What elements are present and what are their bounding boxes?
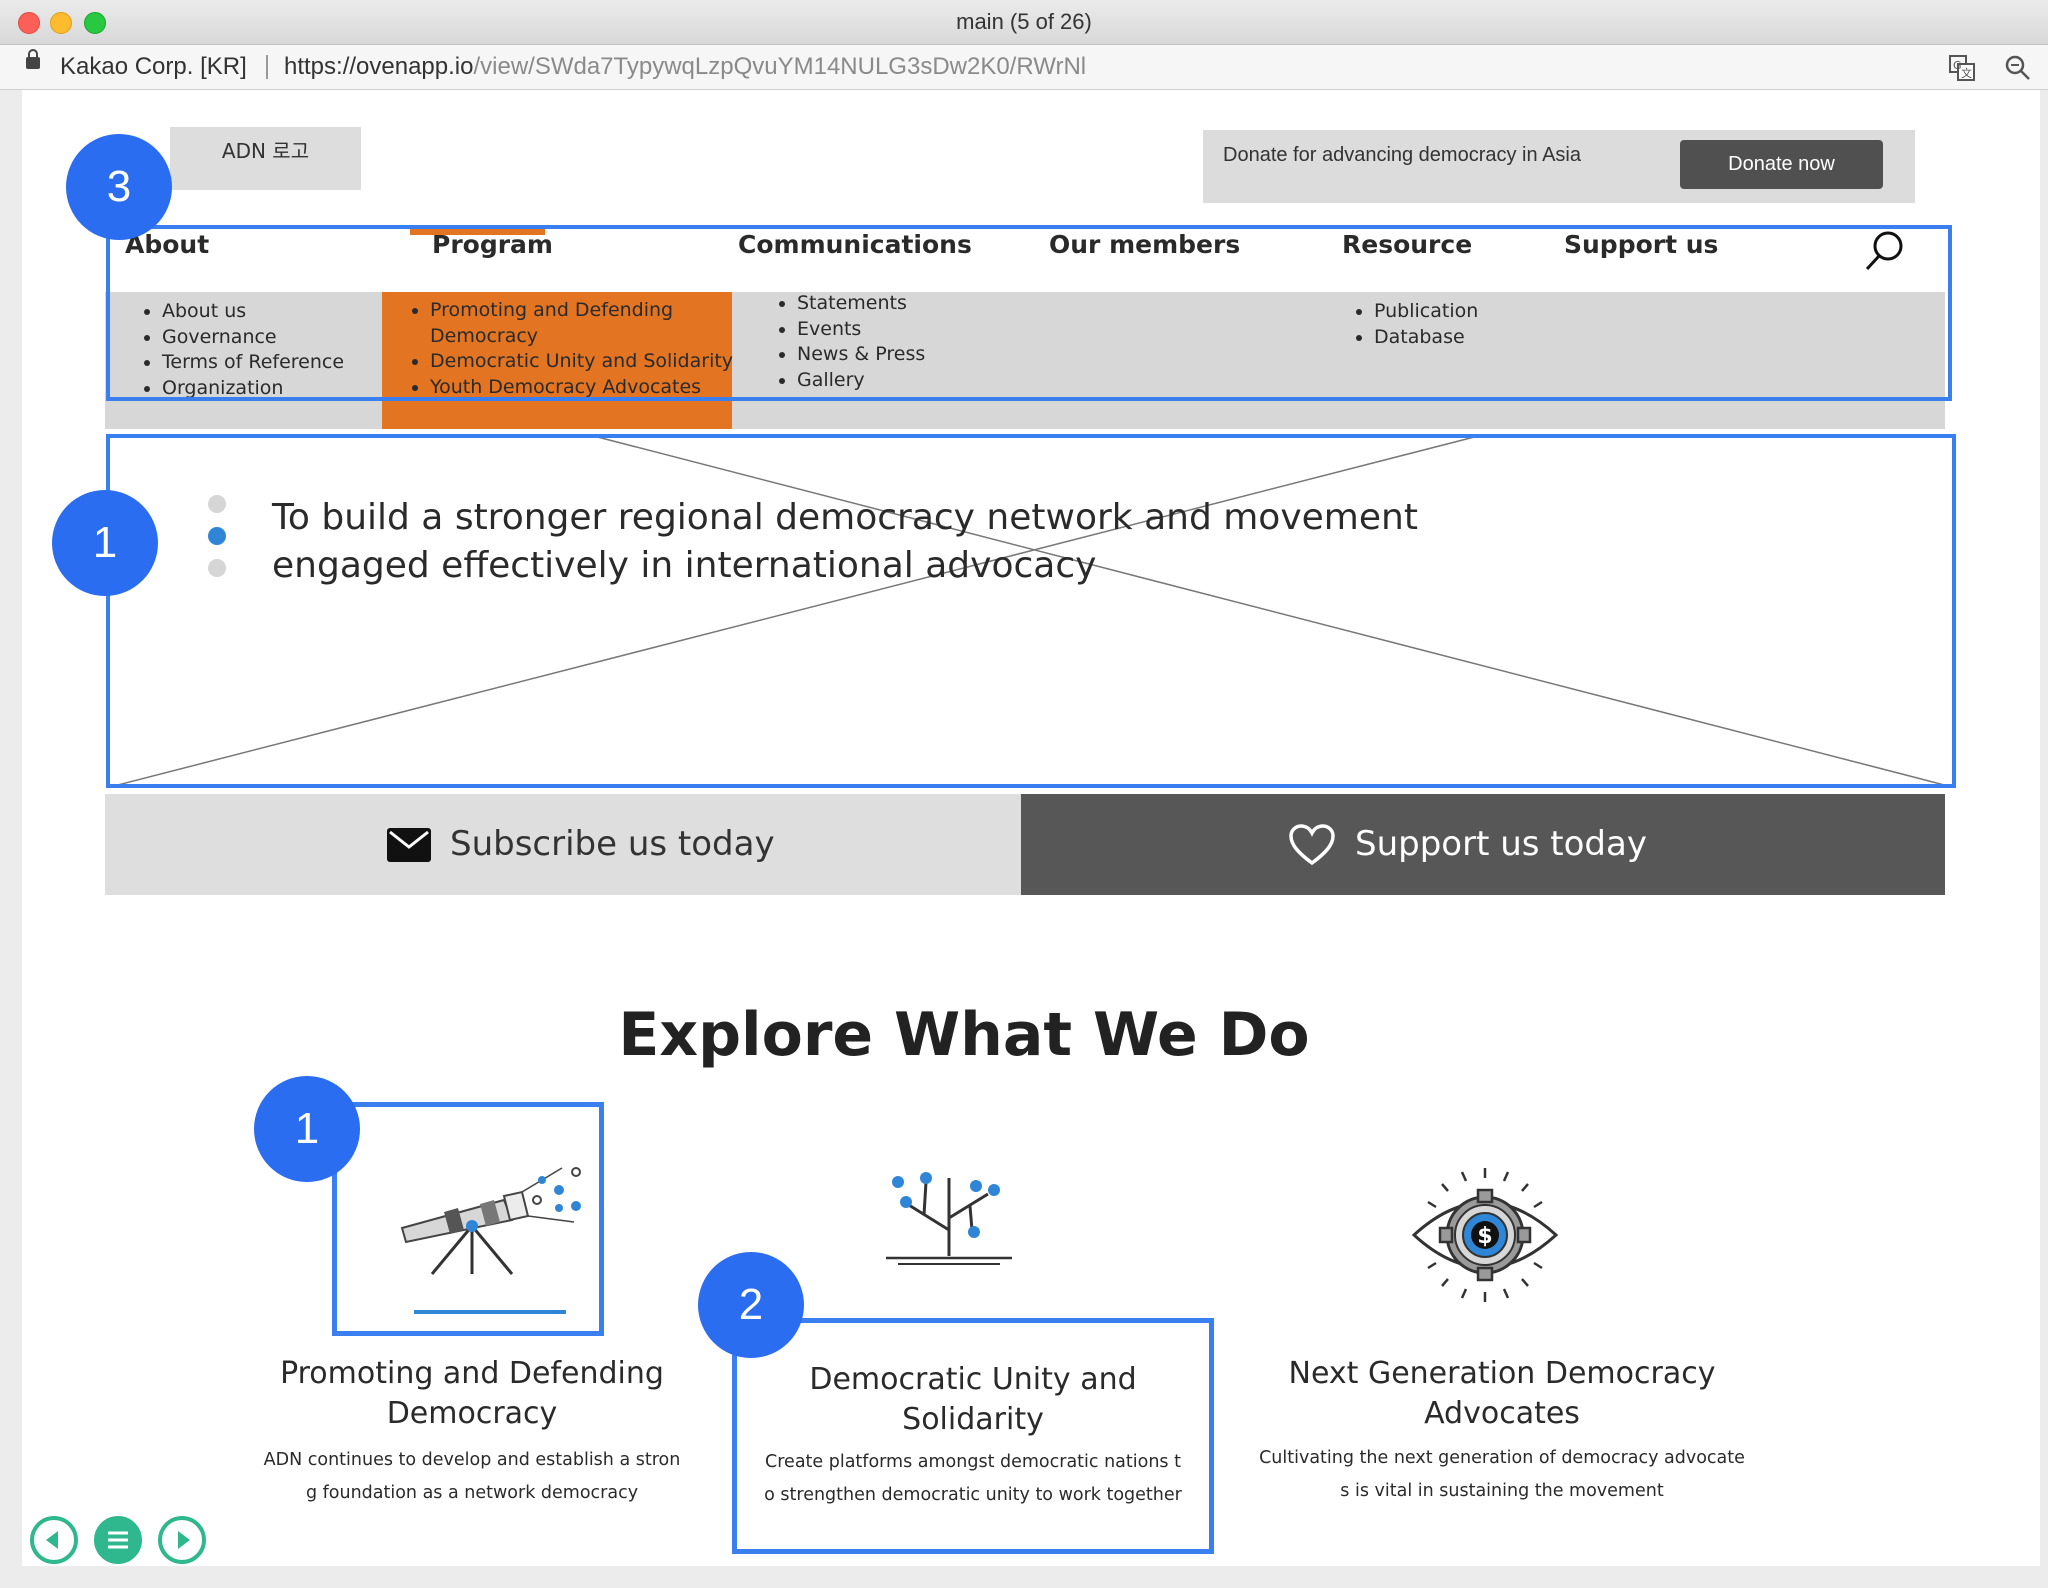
previous-page-button[interactable] — [30, 1516, 78, 1564]
heart-icon — [1289, 824, 1335, 866]
donate-banner: Donate for advancing democracy in Asia D… — [1203, 130, 1915, 203]
next-page-button[interactable] — [158, 1516, 206, 1564]
slide-dot-2-active[interactable] — [208, 527, 226, 545]
annotation-badge-card1: 1 — [254, 1076, 360, 1182]
triangle-right-icon — [178, 1531, 190, 1549]
subscribe-label: Subscribe us today — [450, 824, 775, 864]
explore-heading: Explore What We Do — [618, 1000, 1310, 1070]
slide-dot-3[interactable] — [208, 559, 226, 577]
annotation-frame-hero — [106, 434, 1956, 788]
triangle-left-icon — [46, 1531, 58, 1549]
hero-headline: To build a stronger regional democracy n… — [272, 494, 1418, 590]
annotation-badge-card2: 2 — [698, 1252, 804, 1358]
prototype-page: ADN 로고 Donate for advancing democracy in… — [22, 90, 2040, 1566]
telescope-icon — [400, 1167, 581, 1314]
card1-title[interactable]: Promoting and Defending Democracy — [262, 1354, 682, 1434]
donate-now-button[interactable]: Donate now — [1680, 140, 1883, 189]
window-title: main (5 of 26) — [956, 9, 1092, 34]
logo-label: ADN 로고 — [221, 139, 310, 163]
address-divider — [266, 55, 268, 79]
mail-icon — [387, 828, 431, 862]
card1-desc-line: ADN continues to develop and establish a… — [263, 1450, 681, 1470]
hamburger-icon — [108, 1531, 128, 1549]
svg-text:$: $ — [1477, 1224, 1492, 1249]
tree-network-icon — [886, 1172, 1012, 1265]
title-bar: main (5 of 26) — [0, 0, 2048, 45]
card3-title-line: Next Generation Democracy — [1288, 1356, 1716, 1391]
logo-placeholder[interactable]: ADN 로고 — [170, 127, 361, 190]
annotation-badge-hero: 1 — [52, 490, 158, 596]
card3-title-line: Advocates — [1424, 1396, 1580, 1431]
card2-desc-line: o strengthen democratic unity to work to… — [764, 1485, 1182, 1505]
card1-title-line: Democracy — [386, 1396, 558, 1431]
card2-desc-line: Create platforms amongst democratic nati… — [765, 1452, 1181, 1472]
annotation-frame-nav — [106, 225, 1952, 401]
card1-description: ADN continues to develop and establish a… — [252, 1444, 692, 1510]
card1-title-line: Promoting and Defending — [280, 1356, 664, 1391]
eye-gear-dollar-icon: $ — [1411, 1168, 1559, 1302]
hero-line-2: engaged effectively in international adv… — [272, 545, 1097, 586]
card2-description: Create platforms amongst democratic nati… — [744, 1446, 1202, 1512]
url-host: https://ovenapp.io — [284, 53, 474, 80]
annotation-badge-nav: 3 — [66, 134, 172, 240]
translate-icon[interactable]: G 文 — [1948, 54, 1976, 82]
card1-desc-line: g foundation as a network democracy — [305, 1483, 639, 1503]
svg-text:文: 文 — [1961, 66, 1972, 80]
url-text[interactable]: https://ovenapp.io/view/SWda7TypywqLzpQv… — [284, 45, 1086, 89]
card3-desc-line: s is vital in sustaining the movement — [1340, 1481, 1664, 1501]
menu-button[interactable] — [94, 1516, 142, 1564]
browser-window: main (5 of 26) Kakao Corp. [KR] https://… — [0, 0, 2048, 1588]
slide-dot-1[interactable] — [208, 495, 226, 513]
card2-title-line: Democratic Unity and Solidarity — [809, 1362, 1137, 1437]
support-label: Support us today — [1355, 824, 1647, 864]
lock-icon — [26, 49, 40, 69]
hero-line-1: To build a stronger regional democracy n… — [272, 497, 1418, 538]
url-path: /view/SWda7TypywqLzpQvuYM14NULG3sDw2K0/R… — [473, 53, 1087, 80]
support-cta[interactable]: Support us today — [1021, 794, 1945, 895]
address-bar[interactable]: Kakao Corp. [KR] https://ovenapp.io/view… — [0, 45, 2048, 90]
card3-title[interactable]: Next Generation Democracy Advocates — [1272, 1354, 1732, 1434]
donate-text: Donate for advancing democracy in Asia — [1223, 144, 1581, 166]
site-owner-label: Kakao Corp. [KR] — [60, 53, 247, 80]
zoom-icon[interactable] — [2004, 54, 2032, 82]
subscribe-cta[interactable]: Subscribe us today — [105, 794, 1021, 895]
card2-title[interactable]: Democratic Unity and Solidarity — [744, 1360, 1202, 1440]
card3-desc-line: Cultivating the next generation of democ… — [1259, 1448, 1745, 1468]
card3-description: Cultivating the next generation of democ… — [1252, 1442, 1752, 1508]
